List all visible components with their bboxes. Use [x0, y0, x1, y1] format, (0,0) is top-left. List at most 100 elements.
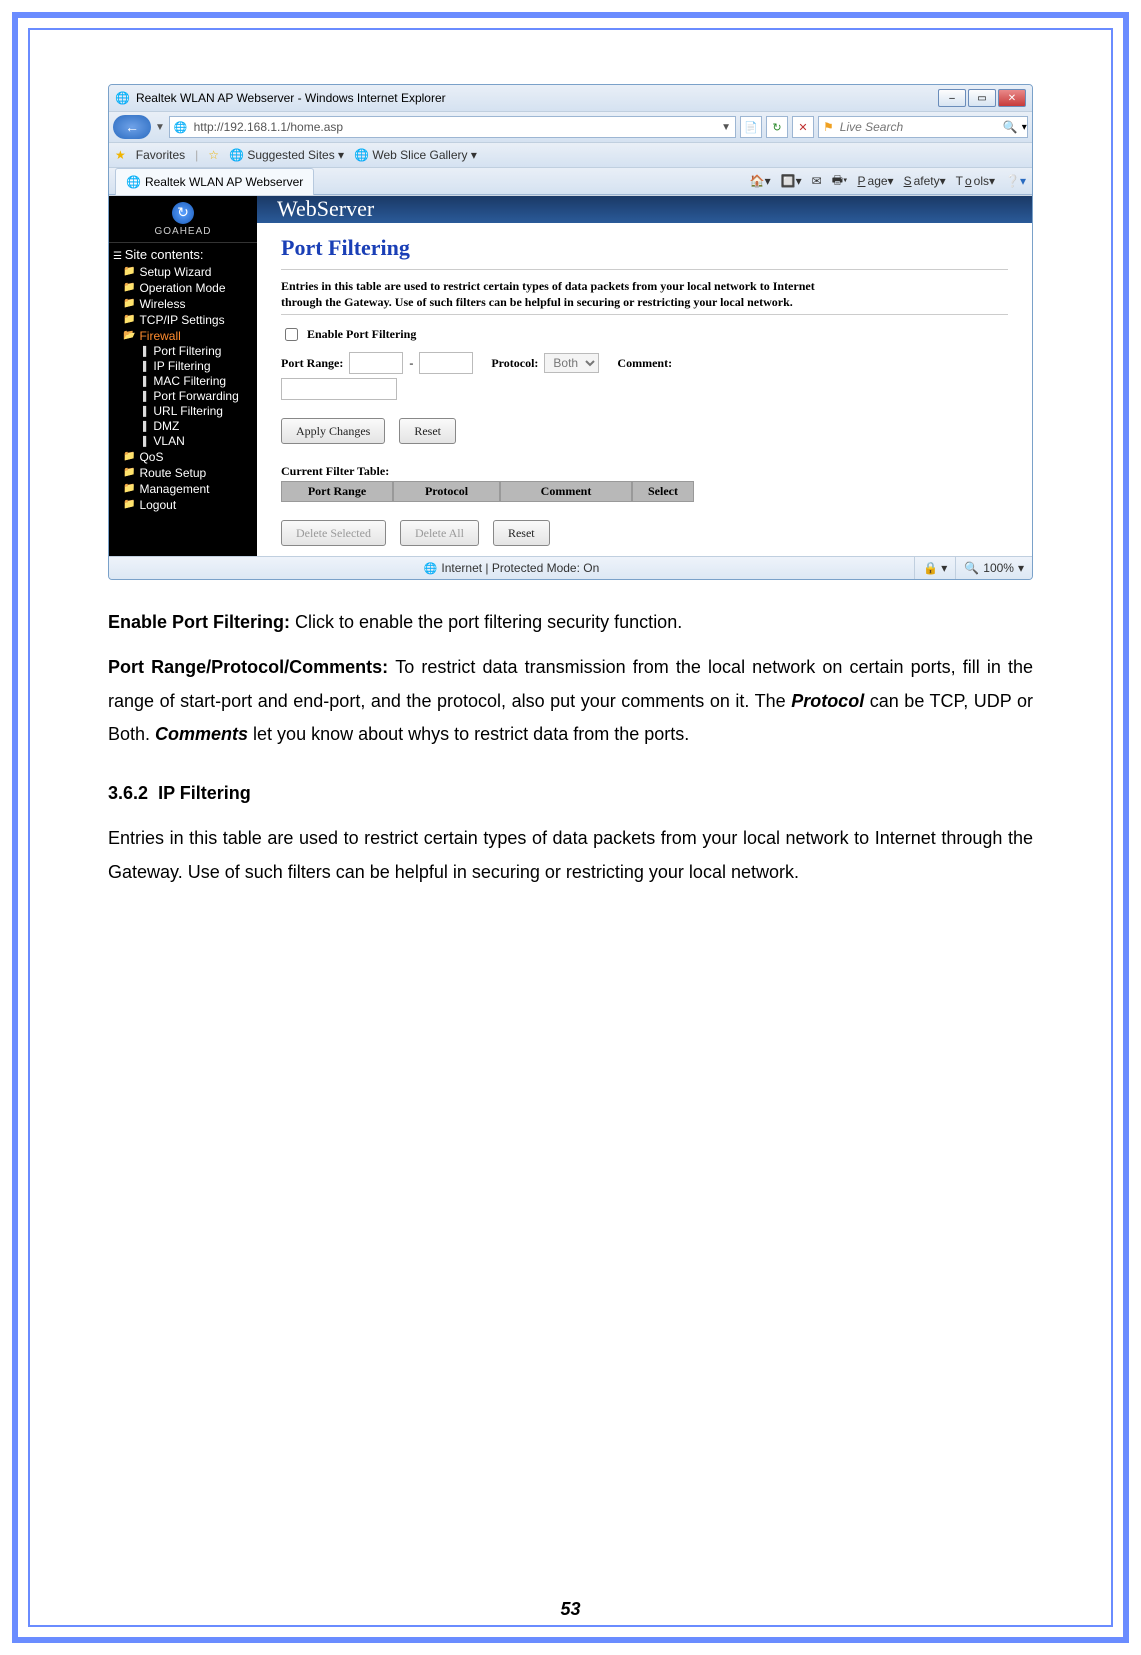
help-button[interactable]: ❔▾ — [1005, 174, 1026, 188]
folder-icon: 📁 — [123, 465, 135, 481]
router-page: ↻ GOAHEAD Site contents: 📁Setup Wizard 📁… — [109, 195, 1032, 556]
enable-checkbox[interactable] — [285, 328, 298, 341]
page-icon: ▌ — [143, 374, 149, 389]
search-go-icon[interactable]: 🔍 — [1003, 120, 1018, 134]
tab-bar: 🌐 Realtek WLAN AP Webserver 🏠▾ 🔲▾ ✉ 🖶▾ P… — [109, 168, 1032, 195]
print-button[interactable]: 🖶▾ — [832, 171, 848, 192]
sidebar-item-port-forwarding[interactable]: ▌Port Forwarding — [143, 389, 253, 404]
page-number: 53 — [0, 1599, 1141, 1620]
folder-icon: 📁 — [123, 449, 135, 465]
maximize-button[interactable]: ▭ — [968, 89, 996, 107]
feeds-button[interactable]: 🔲▾ — [781, 174, 802, 188]
minimize-button[interactable]: – — [938, 89, 966, 107]
favorites-label[interactable]: Favorites — [136, 148, 185, 162]
page-menu[interactable]: PPageage▾ — [858, 174, 894, 188]
comment-input[interactable] — [281, 378, 397, 400]
suggested-sites-link[interactable]: 🌐 Suggested Sites ▾ — [229, 148, 344, 162]
compat-view-button[interactable]: 📄 — [740, 116, 762, 138]
sidebar-item-tcpip[interactable]: 📁TCP/IP Settings — [123, 312, 253, 328]
port-range-row: Port Range: - Protocol: Both Comment: — [281, 352, 1008, 374]
favorites-star-icon[interactable]: ★ — [115, 148, 126, 162]
dash: - — [409, 356, 413, 371]
tab-icon: 🌐 — [126, 175, 141, 189]
tools-menu[interactable]: Tools▾ — [956, 174, 995, 188]
search-bar[interactable]: ⚑ 🔍 ▾ — [818, 116, 1028, 138]
port-end-input[interactable] — [419, 352, 473, 374]
apply-button[interactable]: Apply Changes — [281, 418, 385, 444]
sidebar-item-wireless[interactable]: 📁Wireless — [123, 296, 253, 312]
window-titlebar: 🌐 Realtek WLAN AP Webserver - Windows In… — [109, 85, 1032, 112]
address-bar[interactable]: 🌐 ▼ — [169, 116, 736, 138]
divider — [281, 314, 1008, 315]
stop-button[interactable]: ✕ — [792, 116, 814, 138]
safety-menu[interactable]: Safety▾ — [904, 174, 946, 188]
folder-icon: 📁 — [123, 280, 135, 296]
folder-icon: 📁 — [123, 481, 135, 497]
port-start-input[interactable] — [349, 352, 403, 374]
close-button[interactable]: ✕ — [998, 89, 1026, 107]
search-input[interactable] — [838, 119, 999, 135]
th-select: Select — [632, 481, 694, 502]
tree-root: Site contents: — [113, 247, 253, 262]
sidebar-item-ip-filtering[interactable]: ▌IP Filtering — [143, 359, 253, 374]
sidebar-item-port-filtering[interactable]: ▌Port Filtering — [143, 344, 253, 359]
page-icon: ▌ — [143, 359, 149, 374]
tab-webserver[interactable]: 🌐 Realtek WLAN AP Webserver — [115, 168, 314, 195]
paragraph-enable: Enable Port Filtering: Click to enable t… — [108, 606, 1033, 639]
delete-selected-button[interactable]: Delete Selected — [281, 520, 386, 546]
sidebar-item-operation-mode[interactable]: 📁Operation Mode — [123, 280, 253, 296]
page-icon: ▌ — [143, 434, 149, 449]
enable-row: Enable Port Filtering — [281, 325, 1008, 344]
page-icon: 🌐 — [174, 121, 188, 134]
sidebar-item-dmz[interactable]: ▌DMZ — [143, 419, 253, 434]
status-security[interactable]: 🔒 ▾ — [914, 557, 955, 579]
delete-all-button[interactable]: Delete All — [400, 520, 479, 546]
page-icon: ▌ — [143, 404, 149, 419]
sidebar-item-vlan[interactable]: ▌VLAN — [143, 434, 253, 449]
th-protocol: Protocol — [393, 481, 500, 502]
banner: WebServer — [257, 196, 1032, 223]
sidebar-item-mac-filtering[interactable]: ▌MAC Filtering — [143, 374, 253, 389]
sidebar-item-firewall[interactable]: 📂Firewall — [123, 328, 253, 344]
dropdown-icon[interactable]: ▼ — [155, 122, 165, 133]
sidebar-item-logout[interactable]: 📁Logout — [123, 497, 253, 513]
folder-icon: 📁 — [123, 296, 135, 312]
page-icon: ▌ — [143, 389, 149, 404]
command-bar: 🏠▾ 🔲▾ ✉ 🖶▾ PPageage▾ Safety▾ Tools▾ ❔▾ — [750, 171, 1026, 192]
tab-label: Realtek WLAN AP Webserver — [145, 175, 303, 189]
back-forward-buttons[interactable]: ← — [113, 115, 151, 139]
search-dropdown-icon[interactable]: ▾ — [1022, 122, 1027, 133]
sidebar-item-qos[interactable]: 📁QoS — [123, 449, 253, 465]
window-title: Realtek WLAN AP Webserver - Windows Inte… — [136, 91, 936, 105]
zoom-control[interactable]: 🔍 100% ▾ — [955, 557, 1032, 579]
protocol-select[interactable]: Both — [544, 353, 599, 373]
internet-zone-icon: 🌐 — [424, 562, 438, 575]
main-column: WebServer Port Filtering Entries in this… — [257, 196, 1032, 556]
reset-button[interactable]: Reset — [399, 418, 456, 444]
filter-table-header: Port Range Protocol Comment Select — [281, 481, 1008, 502]
sidebar-item-management[interactable]: 📁Management — [123, 481, 253, 497]
folder-icon: 📁 — [123, 497, 135, 513]
paragraph-portrange: Port Range/Protocol/Comments: To restric… — [108, 651, 1033, 751]
page-icon: ▌ — [143, 419, 149, 434]
status-mode: Internet | Protected Mode: On — [441, 561, 599, 575]
web-slice-link[interactable]: 🌐 Web Slice Gallery ▾ — [354, 148, 477, 162]
reset2-button[interactable]: Reset — [493, 520, 550, 546]
enable-label: Enable Port Filtering — [307, 327, 416, 342]
sidebar-item-url-filtering[interactable]: ▌URL Filtering — [143, 404, 253, 419]
refresh-button[interactable]: ↻ — [766, 116, 788, 138]
favorites-add-icon[interactable]: ☆ — [208, 148, 219, 162]
folder-open-icon: 📂 — [123, 328, 135, 344]
protocol-label: Protocol: — [491, 356, 538, 371]
divider — [281, 269, 1008, 270]
sidebar-item-setup-wizard[interactable]: 📁Setup Wizard — [123, 264, 253, 280]
url-input[interactable] — [192, 119, 717, 135]
home-button[interactable]: 🏠▾ — [750, 174, 771, 188]
status-bar: 🌐 Internet | Protected Mode: On 🔒 ▾ 🔍 10… — [109, 556, 1032, 579]
logo-icon: ↻ — [172, 202, 194, 224]
address-dropdown-icon[interactable]: ▼ — [721, 122, 731, 133]
sidebar: ↻ GOAHEAD Site contents: 📁Setup Wizard 📁… — [109, 196, 257, 556]
mail-button[interactable]: ✉ — [812, 174, 822, 188]
search-provider-icon: ⚑ — [823, 120, 834, 134]
sidebar-item-route-setup[interactable]: 📁Route Setup — [123, 465, 253, 481]
